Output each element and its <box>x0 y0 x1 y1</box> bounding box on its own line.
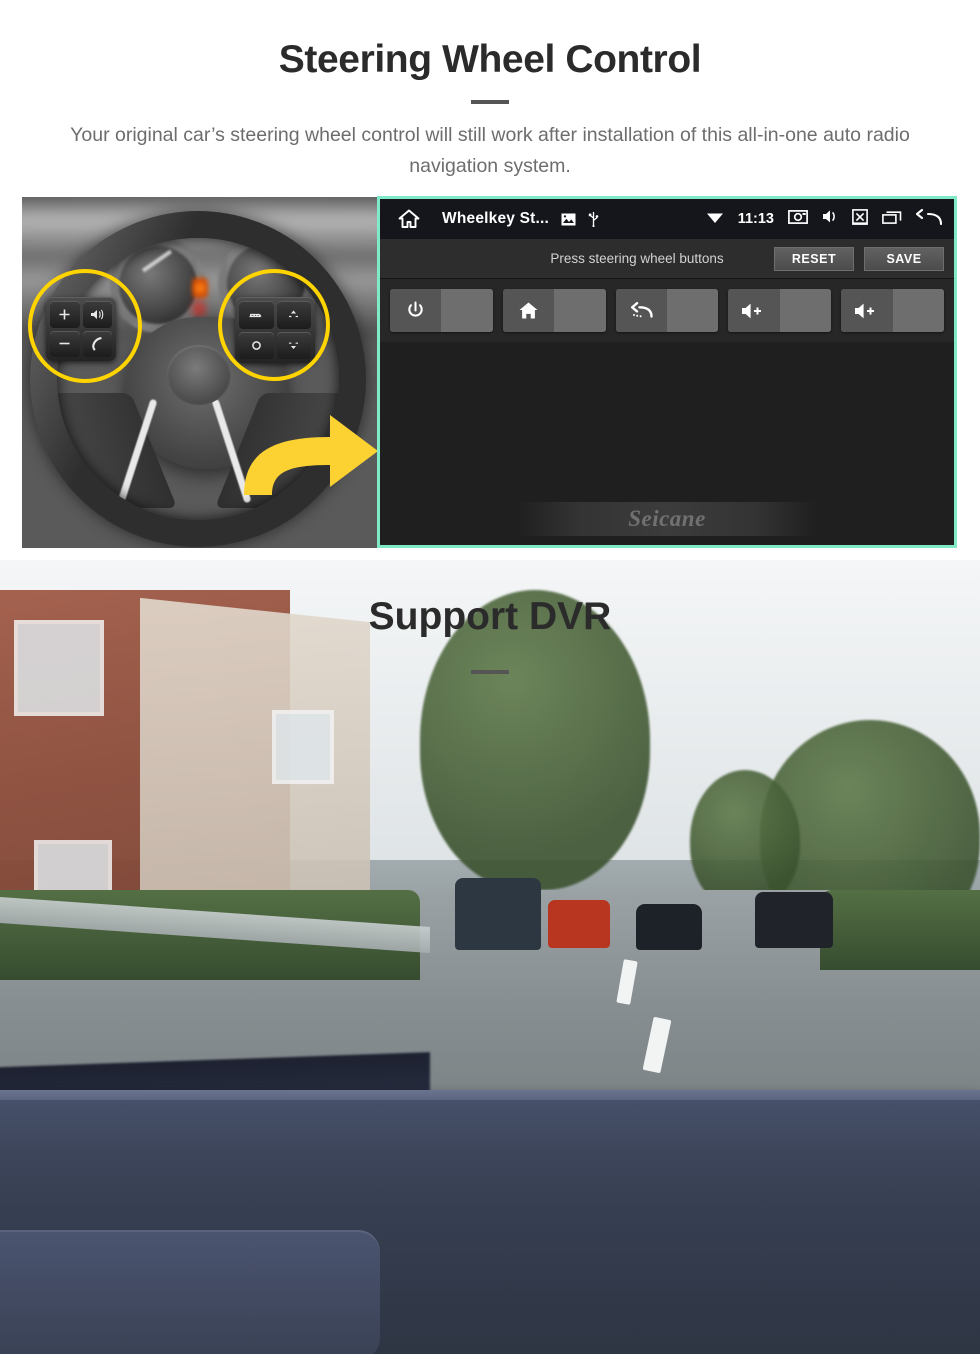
clock: 11:13 <box>737 211 774 227</box>
steering-wheel-photo <box>22 197 378 548</box>
instruction-text: Press steering wheel buttons <box>550 251 724 266</box>
wheelkey-value-volume-up-1 <box>779 289 832 332</box>
back-icon <box>615 289 667 332</box>
volume-up-icon <box>728 289 780 332</box>
home-icon <box>502 289 555 332</box>
highlight-circle-left <box>28 269 142 383</box>
wheelkey-slot-volume-up-1[interactable] <box>728 289 832 332</box>
product-feature-page: Steering Wheel Control Your original car… <box>0 0 980 1354</box>
parked-car-red <box>548 900 610 948</box>
power-icon <box>390 289 442 332</box>
wheelkey-slot-volume-up-2[interactable] <box>841 289 944 332</box>
android-status-bar: Wheelkey St... 11:13 <box>380 199 954 239</box>
screenshot-icon[interactable] <box>788 209 808 230</box>
usb-icon <box>588 211 599 227</box>
tree <box>690 770 800 910</box>
title-divider <box>471 100 509 104</box>
window <box>272 710 334 784</box>
wheelkey-slot-back[interactable] <box>615 289 719 332</box>
hedge-right <box>820 890 980 970</box>
recents-icon[interactable] <box>882 210 902 229</box>
volume-up-icon <box>841 289 893 332</box>
wheelkey-empty-area: Seicane <box>380 342 954 545</box>
wheelkey-value-home <box>554 289 606 332</box>
car-ahead <box>636 904 702 950</box>
statusbar-right-icons: 11:13 <box>706 208 943 231</box>
steering-wheel-control-section: Steering Wheel Control Your original car… <box>0 0 980 560</box>
head-unit-screen: Wheelkey St... 11:13 Press steering whee… <box>377 196 957 548</box>
highlight-circle-right <box>218 269 330 381</box>
wheelkey-command-bar: Press steering wheel buttons RESET SAVE <box>380 239 954 279</box>
parked-suv <box>455 878 541 950</box>
section-title-dvr: Support DVR <box>368 595 612 638</box>
support-dvr-section: Support DVR (Optional function, require … <box>0 560 980 1354</box>
wheelkey-mapping-row <box>380 279 954 342</box>
street-background-photo <box>0 560 980 1354</box>
yellow-arrow-icon <box>244 415 378 495</box>
dashboard-pad <box>0 1230 380 1354</box>
app-title: Wheelkey St... <box>442 210 550 227</box>
wheelkey-value-back <box>666 289 719 332</box>
section-subtitle: Your original car’s steering wheel contr… <box>70 124 910 177</box>
close-x-icon[interactable] <box>852 208 868 230</box>
home-icon[interactable] <box>392 209 426 229</box>
wheelkey-value-power <box>441 289 493 332</box>
wifi-icon <box>706 210 724 229</box>
image-icon <box>561 213 576 226</box>
wheelkey-value-volume-up-2 <box>892 289 944 332</box>
oncoming-car <box>755 892 833 948</box>
volume-icon[interactable] <box>822 209 838 229</box>
page-title: Steering Wheel Control <box>278 38 702 81</box>
wheelkey-slot-power[interactable] <box>390 289 493 332</box>
brand-watermark: Seicane <box>517 502 817 536</box>
title-divider <box>471 670 509 674</box>
wheelkey-slot-home[interactable] <box>502 289 606 332</box>
reset-button[interactable]: RESET <box>774 246 854 271</box>
back-icon[interactable] <box>915 208 943 231</box>
save-button[interactable]: SAVE <box>864 246 944 271</box>
